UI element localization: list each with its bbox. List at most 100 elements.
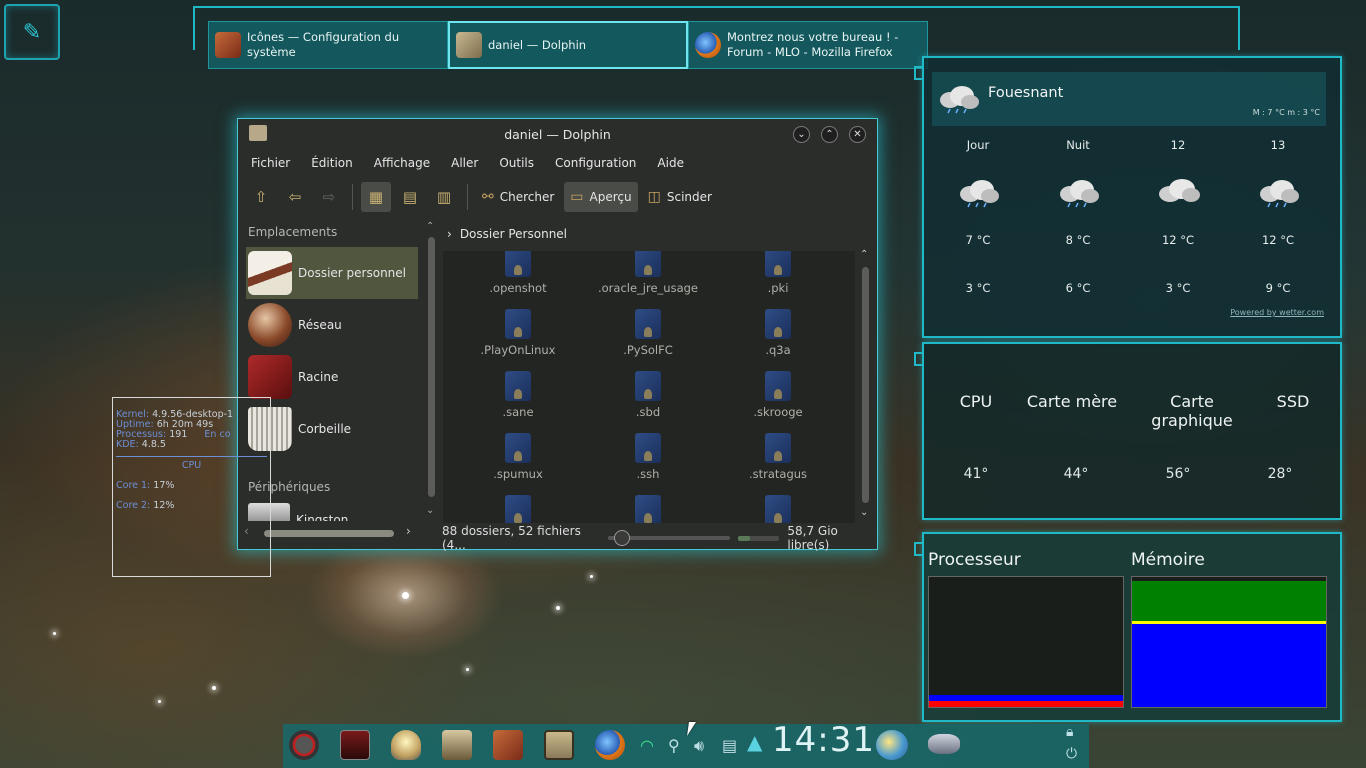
place-home[interactable]: Dossier personnel [246, 247, 418, 299]
place-trash[interactable]: Corbeille [246, 403, 418, 455]
window-title: daniel — Dolphin [504, 127, 611, 142]
window-titlebar[interactable]: daniel — Dolphin ⌄ ⌃ ✕ [238, 119, 877, 149]
search-button[interactable]: ⚯ Chercher [476, 182, 560, 212]
maximize-button[interactable]: ⌃ [821, 126, 838, 143]
zoom-slider[interactable] [607, 530, 731, 546]
compact-view-button[interactable]: ▤ [395, 182, 425, 212]
power-icon[interactable]: ⏻ [1066, 746, 1077, 762]
temp-label-gpu: Carte graphique [1151, 392, 1233, 430]
folder-item[interactable] [453, 495, 583, 523]
back-button[interactable]: ⇦ [280, 182, 310, 212]
scrollbar-thumb[interactable] [428, 237, 435, 497]
menu-configuration[interactable]: Configuration [555, 156, 636, 170]
weather-low: 3 °C [1165, 281, 1191, 295]
folder-item[interactable]: .ssh [583, 433, 713, 495]
breadcrumb-item[interactable]: Dossier Personnel [460, 227, 567, 241]
folder-item[interactable] [583, 495, 713, 523]
places-hscrollbar[interactable]: ‹ › [244, 524, 424, 539]
folder-item[interactable] [713, 495, 843, 523]
weather-day: 12 [1170, 138, 1186, 152]
place-network[interactable]: Réseau [246, 299, 418, 351]
menu-affichage[interactable]: Affichage [374, 156, 430, 170]
minimize-button[interactable]: ⌄ [793, 126, 810, 143]
close-icon: ✕ [853, 129, 862, 140]
lock-icon[interactable]: 🔒︎ [1066, 724, 1073, 740]
widget-tab [914, 66, 923, 80]
folder-name: .skrooge [753, 405, 803, 419]
kde-value: 4.8.5 [141, 439, 166, 450]
dolphin-icon[interactable] [442, 730, 472, 760]
folder-item[interactable]: .sbd [583, 371, 713, 433]
task-title-line2: Forum - MLO - Mozilla Firefox [727, 45, 893, 59]
split-button[interactable]: ◫ Scinder [642, 182, 718, 212]
hscrollbar-thumb[interactable] [264, 530, 394, 537]
rain-cloud-icon [1060, 180, 1099, 208]
close-button[interactable]: ✕ [849, 126, 866, 143]
folder-item[interactable]: .openshot [453, 251, 583, 309]
menu-outils[interactable]: Outils [499, 156, 534, 170]
star [158, 700, 161, 703]
scroll-up-icon: ⌃ [860, 249, 869, 260]
folder-item[interactable]: .skrooge [713, 371, 843, 433]
preview-button[interactable]: ▭ Aperçu [564, 182, 638, 212]
clock[interactable]: 14:31 [772, 720, 875, 760]
no-entry-icon[interactable] [289, 730, 319, 760]
folder-name: .PySolFC [623, 343, 673, 357]
menu-edition[interactable]: Édition [311, 156, 353, 170]
task-dolphin[interactable]: daniel — Dolphin [448, 21, 688, 69]
monitor-icon[interactable] [340, 730, 370, 760]
folder-name: .spumux [493, 467, 543, 481]
folder-item[interactable]: .sane [453, 371, 583, 433]
folder-item[interactable]: .oracle_jre_usage [583, 251, 713, 309]
up-button[interactable]: ⇧ [246, 182, 276, 212]
folder-item[interactable]: .q3a [713, 309, 843, 371]
icons-view-button[interactable]: ▦ [361, 182, 391, 212]
system-monitor-widget: Processeur Mémoire [914, 532, 1342, 722]
menu-aller[interactable]: Aller [451, 156, 478, 170]
volume-icon[interactable]: 🔊︎ [694, 736, 704, 756]
core1-key: Core 1: [116, 480, 151, 491]
folder-icon [505, 309, 531, 339]
network-icon[interactable]: ⚲ [668, 736, 680, 755]
details-view-button[interactable]: ▥ [429, 182, 459, 212]
free-space-text: 58,7 Gio libre(s) [787, 524, 838, 552]
breadcrumb[interactable]: › Dossier Personnel [443, 223, 873, 245]
clipboard-icon[interactable]: ▤ [722, 736, 737, 755]
place-root[interactable]: Racine [246, 351, 418, 403]
scrollbar-thumb[interactable] [862, 267, 869, 503]
mouse-settings-icon[interactable] [928, 734, 960, 754]
cpu-usage-bar-red [929, 701, 1123, 707]
folder-icon [505, 495, 531, 523]
task-system-settings[interactable]: Icônes — Configuration du système [208, 21, 448, 69]
task-firefox[interactable]: Montrez nous votre bureau ! - Forum - MLO… [688, 21, 928, 69]
wifi-icon[interactable]: ◠ [640, 736, 654, 755]
zoom-slider-handle[interactable] [613, 530, 630, 546]
folder-item[interactable]: .PySolFC [583, 309, 713, 371]
system-settings-icon[interactable] [493, 730, 523, 760]
desktop-toolbox-button[interactable]: ✎ [4, 4, 60, 60]
folder-icon [635, 309, 661, 339]
weather-app-icon[interactable] [876, 730, 908, 760]
firefox-icon[interactable] [595, 730, 625, 760]
menu-fichier[interactable]: Fichier [251, 156, 290, 170]
updates-icon[interactable]: ▲ [747, 730, 762, 754]
forward-button[interactable]: ⇨ [314, 182, 344, 212]
powered-by-link[interactable]: Powered by wetter.com [1230, 308, 1324, 317]
folder-name: .PlayOnLinux [480, 343, 556, 357]
folder-item[interactable]: .stratagus [713, 433, 843, 495]
places-scrollbar[interactable]: ⌃ ⌄ [425, 221, 437, 523]
core2-value: 12% [153, 500, 175, 511]
menubar: Fichier Édition Affichage Aller Outils C… [251, 156, 684, 170]
lightbulb-icon[interactable] [391, 730, 421, 760]
weather-day: 13 [1270, 138, 1286, 152]
star [556, 606, 560, 610]
menu-aide[interactable]: Aide [657, 156, 684, 170]
rain-cloud-icon [960, 180, 999, 208]
folder-item[interactable]: .PlayOnLinux [453, 309, 583, 371]
folder-item[interactable]: .pki [713, 251, 843, 309]
file-scrollbar[interactable]: ⌃ ⌄ [859, 249, 871, 523]
weather-low: 9 °C [1265, 281, 1291, 295]
star [402, 592, 409, 599]
folder-item[interactable]: .spumux [453, 433, 583, 495]
image-viewer-icon[interactable] [544, 730, 574, 760]
